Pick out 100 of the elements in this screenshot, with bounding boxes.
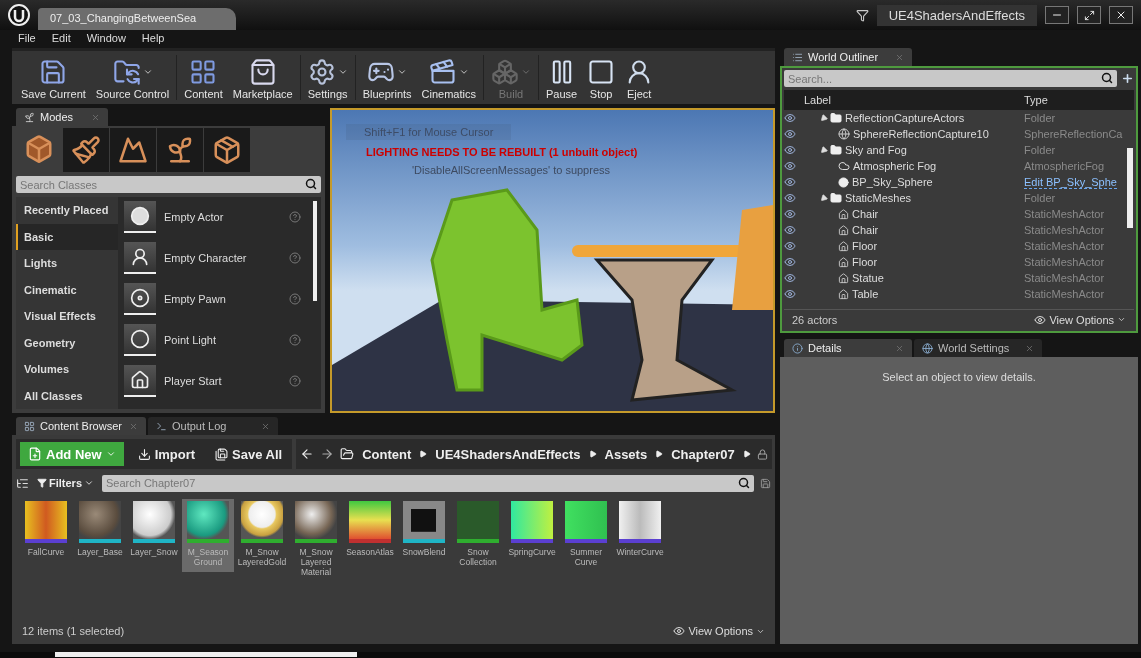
breadcrumb-link[interactable]: UE4ShadersAndEffects: [433, 446, 583, 462]
category-item[interactable]: Lights: [16, 250, 118, 277]
scrollbar-thumb[interactable]: [55, 652, 357, 657]
sources-toggle-icon[interactable]: [16, 476, 29, 490]
menu-item[interactable]: Edit: [45, 32, 77, 44]
eye-icon[interactable]: [784, 112, 796, 124]
outliner-row[interactable]: BP_Sky_Sphere Edit BP_Sky_Sphe: [784, 174, 1134, 190]
minimize-button[interactable]: [1045, 6, 1069, 24]
help-icon[interactable]: [289, 211, 301, 223]
category-item[interactable]: Geometry: [16, 329, 118, 356]
help-icon[interactable]: [289, 293, 301, 305]
category-item[interactable]: Visual Effects: [16, 303, 118, 330]
import-button[interactable]: Import: [131, 446, 202, 462]
breadcrumb-link[interactable]: Assets: [602, 446, 650, 462]
outliner-row[interactable]: SphereReflectionCapture10 SphereReflectionCa: [784, 126, 1134, 142]
scrollbar-thumb[interactable]: [313, 201, 317, 301]
help-icon[interactable]: [289, 334, 301, 346]
toolbar-button[interactable]: Settings: [302, 53, 353, 102]
toolbar-button[interactable]: Pause: [540, 53, 583, 102]
panel-tab[interactable]: Output Log: [148, 417, 278, 435]
outliner-row[interactable]: Atmospheric Fog AtmosphericFog: [784, 158, 1134, 174]
outliner-row[interactable]: Sky and Fog Folder: [784, 142, 1134, 158]
help-icon[interactable]: [289, 375, 301, 387]
eye-icon[interactable]: [784, 160, 796, 172]
toolbar-button[interactable]: Stop: [582, 53, 621, 102]
category-item[interactable]: All Classes: [16, 382, 118, 409]
placeable-item[interactable]: Empty Actor: [124, 201, 315, 233]
back-icon[interactable]: [300, 447, 315, 461]
scrollbar-thumb[interactable]: [1127, 148, 1133, 228]
category-item[interactable]: Volumes: [16, 356, 118, 383]
search-field[interactable]: Search...: [784, 70, 1117, 87]
edit-blueprint-link[interactable]: Edit BP_Sky_Sphe: [1024, 175, 1117, 189]
maximize-button[interactable]: [1077, 6, 1101, 24]
toolbar-button[interactable]: Blueprints: [357, 53, 417, 102]
forward-icon[interactable]: [320, 447, 335, 461]
outliner-row[interactable]: Chair StaticMeshActor: [784, 222, 1134, 238]
breadcrumb-link[interactable]: Chapter07: [669, 446, 737, 462]
breadcrumb-link[interactable]: Content: [360, 446, 414, 462]
world-outliner-tab[interactable]: World Outliner: [784, 48, 912, 66]
category-item[interactable]: Cinematic: [16, 276, 118, 303]
menu-item[interactable]: File: [12, 32, 42, 44]
close-icon[interactable]: [1025, 343, 1034, 353]
menu-item[interactable]: Help: [135, 32, 171, 44]
document-tab[interactable]: 07_03_ChangingBetweenSea: [38, 8, 237, 30]
view-options-button[interactable]: View Options: [673, 625, 765, 637]
eye-icon[interactable]: [784, 176, 796, 188]
column-header[interactable]: Type: [1024, 94, 1048, 106]
outliner-row[interactable]: Statue StaticMeshActor: [784, 270, 1134, 286]
menu-item[interactable]: Window: [80, 32, 132, 44]
add-icon[interactable]: [1121, 72, 1134, 85]
toolbar-button[interactable]: Eject: [620, 53, 659, 102]
help-icon[interactable]: [289, 252, 301, 264]
outliner-row[interactable]: Floor StaticMeshActor: [784, 238, 1134, 254]
outliner-row[interactable]: Chair StaticMeshActor: [784, 206, 1134, 222]
placeable-item[interactable]: Empty Character: [124, 242, 315, 274]
save-search-icon[interactable]: [760, 477, 771, 489]
outliner-row[interactable]: Table StaticMeshActor: [784, 286, 1134, 302]
caret-icon[interactable]: [818, 145, 829, 155]
caret-icon[interactable]: [818, 193, 829, 203]
eye-icon[interactable]: [784, 128, 796, 140]
placeable-item[interactable]: Player Start: [124, 365, 315, 397]
mode-tab[interactable]: [204, 128, 250, 172]
close-button[interactable]: [1109, 6, 1133, 24]
caret-icon[interactable]: [818, 113, 829, 123]
eye-icon[interactable]: [784, 208, 796, 220]
toolbar-button[interactable]: Source Control: [90, 53, 175, 102]
toolbar-button[interactable]: Cinematics: [416, 53, 481, 102]
filters-button[interactable]: Filters: [35, 477, 96, 489]
view-options-button[interactable]: View Options: [1034, 313, 1126, 326]
placeable-item[interactable]: Empty Pawn: [124, 283, 315, 315]
panel-tab[interactable]: Details: [784, 339, 912, 357]
outliner-row[interactable]: Floor StaticMeshActor: [784, 254, 1134, 270]
category-item[interactable]: Basic: [16, 223, 118, 250]
eye-icon[interactable]: [784, 144, 796, 156]
toolbar-button[interactable]: Content: [179, 53, 228, 102]
panel-tab[interactable]: Content Browser: [16, 417, 146, 435]
eye-icon[interactable]: [784, 240, 796, 252]
eye-icon[interactable]: [784, 272, 796, 284]
eye-icon[interactable]: [784, 224, 796, 236]
modes-tab[interactable]: Modes: [16, 108, 108, 126]
asset-tile[interactable]: Summer Curve: [560, 499, 612, 572]
column-header[interactable]: Label: [784, 94, 1024, 106]
mode-tab[interactable]: [110, 128, 156, 172]
toolbar-button[interactable]: Marketplace: [227, 53, 298, 102]
caret-icon[interactable]: [419, 450, 428, 458]
caret-icon[interactable]: [588, 450, 597, 458]
mode-tab[interactable]: [157, 128, 203, 172]
search-assets-field[interactable]: Search Chapter07: [102, 474, 754, 492]
outliner-row[interactable]: ReflectionCaptureActors Folder: [784, 110, 1134, 126]
caret-icon[interactable]: [655, 450, 664, 458]
lock-icon[interactable]: [756, 448, 768, 460]
panel-tab[interactable]: World Settings: [914, 339, 1042, 357]
asset-tile[interactable]: M_Snow LayeredGold: [236, 499, 288, 572]
close-icon[interactable]: [261, 421, 270, 431]
asset-tile[interactable]: M_Snow Layered Material: [290, 499, 342, 582]
save-all-button[interactable]: Save All: [209, 446, 289, 462]
outliner-row[interactable]: StaticMeshes Folder: [784, 190, 1134, 206]
caret-icon[interactable]: [742, 450, 751, 458]
mode-tab[interactable]: [63, 128, 109, 172]
asset-tile[interactable]: Snow Collection: [452, 499, 504, 572]
